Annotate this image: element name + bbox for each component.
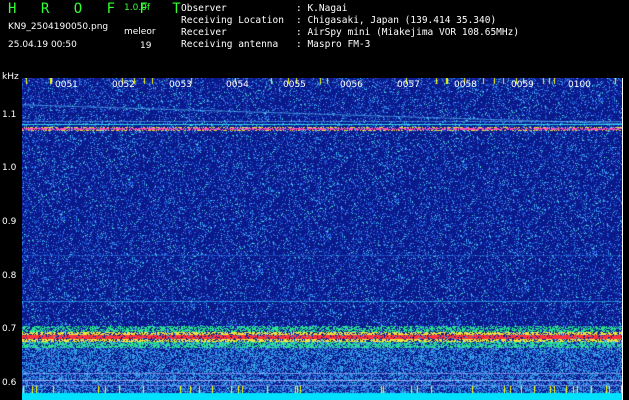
info-key: Receiving Location [181, 15, 284, 26]
timestamp: 25.04.19 00:50 [8, 40, 77, 50]
x-tick-label: 0056 [340, 80, 363, 90]
y-axis-label: kHz [2, 72, 19, 82]
x-tick-label: 0054 [226, 80, 249, 90]
x-tick-label: 0055 [283, 80, 306, 90]
x-tick-label: 0100 [568, 80, 591, 90]
info-row-receiver: Receiver : AirSpy mini (Miakejima VOR 108… [181, 27, 519, 39]
x-tick-label: 0057 [397, 80, 420, 90]
y-tick-label: 1.1 [2, 109, 17, 120]
meteor-label: meleor [124, 27, 156, 37]
app-logo: H R O F F T [8, 1, 189, 17]
file-name: KN9_2504190050.png [8, 22, 109, 32]
meteor-count: 19 [140, 41, 152, 51]
info-key: Observer [181, 3, 227, 14]
app-version: 1.0.0f [124, 3, 151, 13]
x-tick-label: 0052 [112, 80, 135, 90]
x-tick-label: 0051 [55, 80, 78, 90]
info-value: : Chigasaki, Japan (139.414 35.340) [296, 15, 497, 26]
y-tick-label: 0.8 [2, 270, 17, 281]
x-tick-label: 0058 [454, 80, 477, 90]
spectrogram [22, 78, 622, 400]
y-tick-label: 0.7 [2, 324, 17, 335]
info-value: : Maspro FM-3 [296, 39, 371, 50]
info-key: Receiver [181, 27, 227, 38]
info-key: Receiving antenna [181, 39, 279, 50]
x-tick-label: 0059 [511, 80, 534, 90]
observation-info: Observer : K.Nagai Receiving Location : Ch… [181, 3, 519, 51]
x-tick-label: 0053 [169, 80, 192, 90]
info-row-antenna: Receiving antenna : Maspro FM-3 [181, 39, 519, 51]
info-row-location: Receiving Location : Chigasaki, Japan (13… [181, 15, 519, 27]
info-value: : K.Nagai [296, 3, 348, 14]
info-value: : AirSpy mini (Miakejima VOR 108.65MHz) [296, 27, 520, 38]
header-panel: H R O F F T 1.0.0f KN9_2504190050.png 25… [0, 0, 629, 78]
info-row-observer: Observer : K.Nagai [181, 3, 519, 15]
y-tick-label: 0.6 [2, 377, 17, 388]
plot-right-border [622, 78, 623, 400]
y-tick-label: 1.0 [2, 163, 17, 174]
y-tick-label: 0.9 [2, 216, 17, 227]
